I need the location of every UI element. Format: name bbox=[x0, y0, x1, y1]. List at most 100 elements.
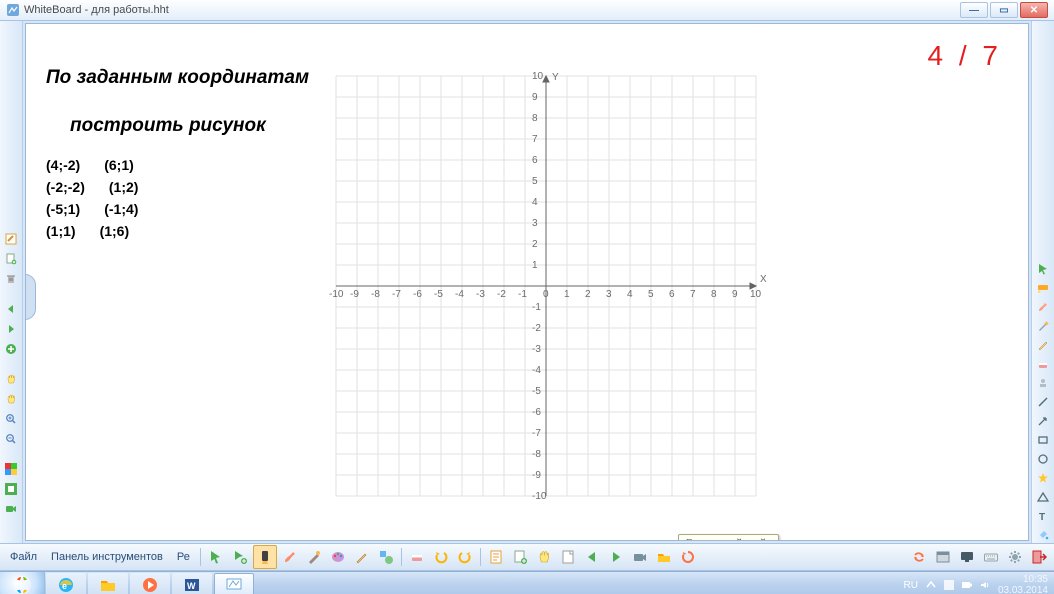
taskbar-media[interactable] bbox=[130, 573, 170, 594]
svg-text:3: 3 bbox=[606, 289, 612, 300]
forward-icon[interactable] bbox=[3, 321, 19, 337]
svg-text:-7: -7 bbox=[532, 428, 541, 439]
desktop-tool[interactable] bbox=[956, 546, 978, 568]
tray-flag-icon[interactable] bbox=[944, 580, 954, 590]
circle-icon[interactable] bbox=[1035, 452, 1051, 467]
gear-tool[interactable] bbox=[1004, 546, 1026, 568]
windows-taskbar: e W RU 10:35 03.03.2014 bbox=[0, 571, 1054, 594]
minimize-button[interactable]: — bbox=[960, 2, 988, 18]
sync-tool[interactable] bbox=[908, 546, 930, 568]
prev-slide-tool[interactable] bbox=[581, 546, 603, 568]
text-icon[interactable]: T bbox=[1035, 509, 1051, 524]
tray-volume-icon[interactable] bbox=[980, 580, 990, 590]
undo-tool[interactable] bbox=[430, 546, 452, 568]
zoom-out-icon[interactable] bbox=[3, 431, 19, 447]
pointer-icon[interactable] bbox=[1035, 261, 1051, 276]
hand-tool[interactable] bbox=[533, 546, 555, 568]
hand-icon[interactable] bbox=[3, 391, 19, 407]
triangle-icon[interactable] bbox=[1035, 490, 1051, 505]
edit-icon[interactable] bbox=[3, 231, 19, 247]
svg-text:-5: -5 bbox=[532, 386, 541, 397]
tray-battery-icon[interactable] bbox=[962, 580, 972, 590]
taskbar-whiteboard[interactable] bbox=[214, 573, 254, 594]
brush2-tool[interactable] bbox=[303, 546, 325, 568]
svg-text:-4: -4 bbox=[455, 289, 464, 300]
svg-text:-7: -7 bbox=[392, 289, 401, 300]
taskbar-word[interactable]: W bbox=[172, 573, 212, 594]
window-tool[interactable] bbox=[932, 546, 954, 568]
svg-text:0: 0 bbox=[543, 289, 549, 300]
tooltip-next-slide: Следующий слайд bbox=[678, 534, 779, 541]
task-title-line2: построить рисунок bbox=[46, 115, 266, 136]
svg-text:4: 4 bbox=[627, 289, 633, 300]
svg-text:-3: -3 bbox=[532, 344, 541, 355]
system-tray: RU 10:35 03.03.2014 bbox=[897, 574, 1054, 594]
stamp-icon[interactable] bbox=[1035, 375, 1051, 390]
line-icon[interactable] bbox=[1035, 394, 1051, 409]
star-icon[interactable] bbox=[1035, 471, 1051, 486]
menu-tools-panel[interactable]: Панель инструментов bbox=[45, 549, 169, 565]
back-icon[interactable] bbox=[3, 301, 19, 317]
coord: (-1;4) bbox=[104, 198, 138, 220]
pencil-thin-icon[interactable] bbox=[1035, 337, 1051, 352]
svg-text:5: 5 bbox=[532, 176, 538, 187]
zoom-in-icon[interactable] bbox=[3, 411, 19, 427]
svg-text:-1: -1 bbox=[532, 302, 541, 313]
task-title-line1: По заданным координатам bbox=[46, 67, 309, 88]
coord: (-2;-2) bbox=[46, 176, 85, 198]
record-icon[interactable] bbox=[3, 501, 19, 517]
refresh-tool[interactable] bbox=[677, 546, 699, 568]
menu-truncated[interactable]: Ре bbox=[171, 549, 196, 565]
camera-tool[interactable] bbox=[629, 546, 651, 568]
keyboard-tool[interactable] bbox=[980, 546, 1002, 568]
next-slide-tool[interactable] bbox=[605, 546, 627, 568]
slide-canvas[interactable]: По заданным координатам построить рисуно… bbox=[25, 23, 1029, 541]
tray-lang[interactable]: RU bbox=[903, 580, 917, 591]
hand-grab-icon[interactable] bbox=[3, 371, 19, 387]
brush-tool[interactable] bbox=[279, 546, 301, 568]
folder-tool[interactable] bbox=[653, 546, 675, 568]
tray-up-icon[interactable] bbox=[926, 580, 936, 590]
svg-text:6: 6 bbox=[532, 155, 538, 166]
add-icon[interactable] bbox=[3, 341, 19, 357]
color-picker2-icon[interactable] bbox=[3, 481, 19, 497]
svg-text:-9: -9 bbox=[532, 470, 541, 481]
redo-tool[interactable] bbox=[454, 546, 476, 568]
note-tool[interactable] bbox=[485, 546, 507, 568]
coord: (4;-2) bbox=[46, 154, 80, 176]
window-title: WhiteBoard - для работы.hht bbox=[24, 4, 169, 16]
menu-file[interactable]: Файл bbox=[4, 549, 43, 565]
doc-tool[interactable] bbox=[557, 546, 579, 568]
add-slide-icon[interactable] bbox=[3, 251, 19, 267]
pencil-tool[interactable] bbox=[351, 546, 373, 568]
shapes-tool[interactable] bbox=[375, 546, 397, 568]
exit-tool[interactable] bbox=[1028, 546, 1050, 568]
tray-date: 03.03.2014 bbox=[998, 585, 1048, 594]
rect-icon[interactable] bbox=[1035, 433, 1051, 448]
arrow-icon[interactable] bbox=[1035, 414, 1051, 429]
start-button[interactable] bbox=[0, 572, 45, 594]
add-page-tool[interactable] bbox=[509, 546, 531, 568]
window-titlebar: WhiteBoard - для работы.hht — ▭ ✕ bbox=[0, 0, 1054, 21]
cursor-plus-tool[interactable] bbox=[229, 546, 251, 568]
color-picker-icon[interactable] bbox=[3, 461, 19, 477]
taskbar-ie[interactable]: e bbox=[46, 573, 86, 594]
eraser-tool[interactable] bbox=[406, 546, 428, 568]
close-button[interactable]: ✕ bbox=[1020, 2, 1048, 18]
svg-text:-2: -2 bbox=[497, 289, 506, 300]
svg-text:1: 1 bbox=[564, 289, 570, 300]
eraser-small-icon[interactable] bbox=[1035, 356, 1051, 371]
highlighter-icon[interactable] bbox=[1035, 280, 1051, 295]
brush-hard-icon[interactable] bbox=[1035, 318, 1051, 333]
cursor-tool[interactable] bbox=[205, 546, 227, 568]
taskbar-explorer[interactable] bbox=[88, 573, 128, 594]
svg-text:-10: -10 bbox=[329, 289, 344, 300]
svg-text:8: 8 bbox=[711, 289, 717, 300]
palette-tool[interactable] bbox=[327, 546, 349, 568]
fill-icon[interactable] bbox=[1035, 528, 1051, 543]
brush-soft-icon[interactable] bbox=[1035, 299, 1051, 314]
marker-tool[interactable] bbox=[253, 545, 277, 569]
maximize-button[interactable]: ▭ bbox=[990, 2, 1018, 18]
delete-icon[interactable] bbox=[3, 271, 19, 287]
tray-clock[interactable]: 10:35 03.03.2014 bbox=[998, 574, 1048, 594]
